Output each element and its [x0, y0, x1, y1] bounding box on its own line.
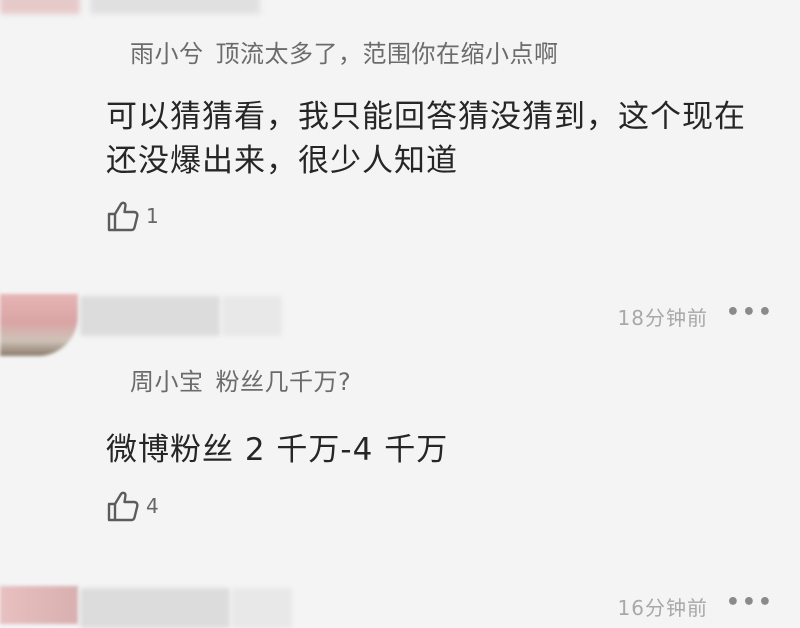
comment-time: 16分钟前	[617, 596, 708, 620]
like-button[interactable]: 4	[106, 490, 159, 522]
username-blurred[interactable]	[80, 296, 220, 336]
like-count: 4	[146, 494, 159, 518]
comment-header: 16分钟前 •••	[0, 586, 800, 628]
avatar[interactable]	[0, 294, 78, 356]
thumbs-up-icon[interactable]	[106, 490, 140, 522]
reply-quote[interactable]: 雨小兮 顶流太多了，范围你在缩小点啊	[130, 34, 559, 69]
username-blurred-tail	[232, 588, 292, 628]
comment-time: 18分钟前	[617, 306, 708, 330]
reply-quote-text: 顶流太多了，范围你在缩小点啊	[215, 40, 559, 68]
reply-to-name[interactable]: 周小宝	[130, 368, 204, 396]
username-blurred[interactable]	[80, 588, 230, 628]
like-count: 1	[146, 204, 159, 228]
avatar-cropped	[0, 0, 80, 14]
comment-header: 18分钟前 •••	[0, 294, 800, 356]
avatar[interactable]	[0, 586, 78, 624]
username-blurred	[90, 0, 260, 14]
previous-comment-header-cropped	[0, 0, 800, 22]
like-button[interactable]: 1	[106, 200, 159, 232]
reply-to-name[interactable]: 雨小兮	[130, 40, 204, 68]
comment-text: 微博粉丝 2 千万-4 千万	[106, 432, 449, 468]
reply-quote-text: 粉丝几千万?	[215, 368, 352, 396]
comment-thread: 雨小兮 顶流太多了，范围你在缩小点啊 可以猜猜看，我只能回答猜没猜到，这个现在还没…	[0, 0, 800, 628]
more-dots-icon[interactable]: •••	[726, 592, 774, 614]
reply-quote[interactable]: 周小宝 粉丝几千万?	[130, 362, 351, 397]
username-blurred-tail	[222, 296, 282, 336]
more-dots-icon[interactable]: •••	[726, 302, 774, 324]
comment-text: 可以猜猜看，我只能回答猜没猜到，这个现在还没爆出来，很少人知道	[106, 99, 746, 179]
thumbs-up-icon[interactable]	[106, 200, 140, 232]
